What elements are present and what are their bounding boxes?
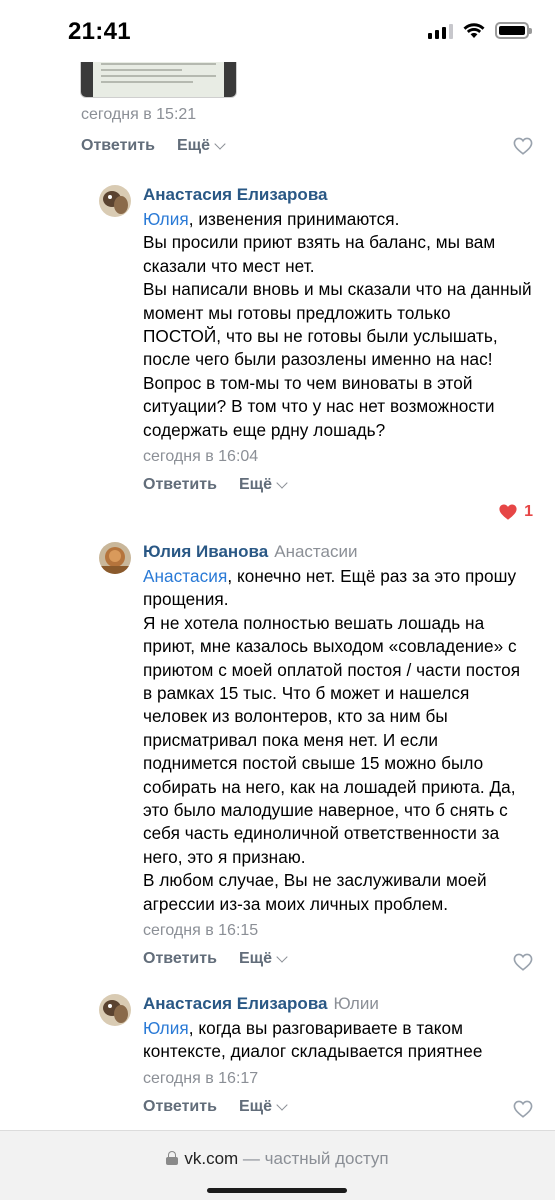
lock-icon <box>166 1151 179 1165</box>
cellular-signal-icon <box>428 23 453 39</box>
comment-body: Анастасия Елизарова Юлии Юлия, когда вы р… <box>143 994 533 1116</box>
prev-comment-time: сегодня в 15:21 <box>81 106 197 123</box>
more-button[interactable]: Ещё <box>239 476 288 494</box>
avatar[interactable] <box>99 542 131 574</box>
status-time: 21:41 <box>68 18 131 45</box>
comment-text: Анастасия, конечно нет. Ещё раз за это п… <box>143 566 521 914</box>
comment-body: Юлия Иванова Анастасии Анастасия, конечно… <box>143 542 533 968</box>
comment-text: Юлия, извенения принимаются. Вы просили … <box>143 209 532 440</box>
comment-actions: Ответить Ещё <box>143 950 533 968</box>
avatar[interactable] <box>99 994 131 1026</box>
comment-author[interactable]: Анастасия Елизарова Юлии <box>143 994 533 1014</box>
like-button[interactable] <box>513 953 533 971</box>
prev-comment-actions: Ответить Ещё <box>81 137 226 155</box>
chevron-down-icon <box>276 1099 288 1111</box>
comment-time: сегодня в 16:17 <box>143 1069 259 1087</box>
comment-actions: Ответить Ещё <box>143 1098 533 1116</box>
comments-feed: сегодня в 15:21 Ответить Ещё Анастасия Е… <box>0 62 555 1130</box>
status-icons <box>428 22 532 39</box>
reply-button[interactable]: Ответить <box>143 476 217 494</box>
heart-outline-icon <box>513 953 533 971</box>
mention-link[interactable]: Анастасия <box>143 566 227 586</box>
url-display[interactable]: vk.com — частный доступ <box>0 1149 555 1169</box>
more-button[interactable]: Ещё <box>239 950 288 968</box>
reply-to-label: Юлии <box>333 994 379 1013</box>
like-button[interactable] <box>513 1100 533 1118</box>
avatar[interactable] <box>99 185 131 217</box>
status-bar: 21:41 <box>0 0 555 62</box>
more-button[interactable]: Ещё <box>239 1098 288 1116</box>
chevron-down-icon <box>214 138 226 150</box>
reply-to-label: Анастасии <box>274 542 358 561</box>
comment-actions: Ответить Ещё <box>143 476 533 494</box>
reply-button[interactable]: Ответить <box>143 950 217 968</box>
heart-filled-icon <box>499 504 517 520</box>
like-button[interactable] <box>513 137 533 155</box>
comment-body: Анастасия Елизарова Юлия, извенения прин… <box>143 185 533 494</box>
comment-author[interactable]: Анастасия Елизарова <box>143 185 533 205</box>
reply-button[interactable]: Ответить <box>143 1098 217 1116</box>
more-button[interactable]: Ещё <box>177 137 226 155</box>
wifi-icon <box>463 22 485 38</box>
url-domain: vk.com <box>184 1149 239 1168</box>
like-button[interactable]: 1 <box>498 503 533 521</box>
attached-image-thumbnail[interactable] <box>80 62 237 98</box>
mention-link[interactable]: Юлия <box>143 1018 189 1038</box>
private-access-note: — частный доступ <box>242 1149 389 1168</box>
battery-icon <box>495 22 532 39</box>
like-count: 1 <box>524 503 533 520</box>
mention-link[interactable]: Юлия <box>143 209 189 229</box>
chevron-down-icon <box>276 951 288 963</box>
chevron-down-icon <box>276 477 288 489</box>
comment-author[interactable]: Юлия Иванова Анастасии <box>143 542 533 562</box>
home-indicator <box>207 1188 347 1193</box>
heart-outline-icon <box>513 1100 533 1118</box>
comment-text: Юлия, когда вы разговариваете в таком ко… <box>143 1018 483 1062</box>
comment-time: сегодня в 16:04 <box>143 448 259 466</box>
reply-button[interactable]: Ответить <box>81 137 155 155</box>
comment-time: сегодня в 16:15 <box>143 922 259 940</box>
heart-outline-icon <box>513 137 533 155</box>
